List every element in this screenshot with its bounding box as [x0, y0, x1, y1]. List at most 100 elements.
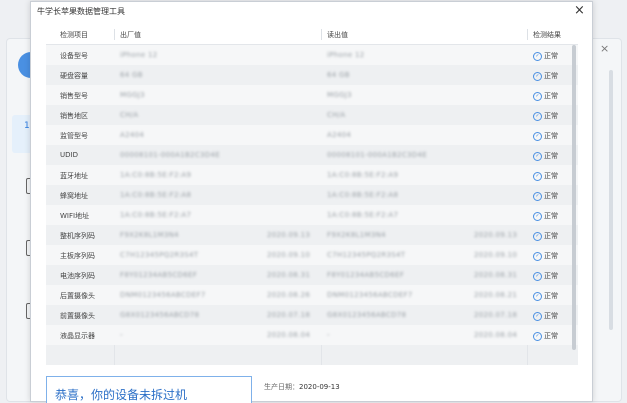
row-factory-value: - [120, 331, 123, 339]
row-factory-date: 2020.07.18 [267, 311, 311, 319]
check-circle-icon: ✓ [533, 171, 542, 181]
header-read: 读出值 [327, 31, 348, 39]
row-item-name: 整机序列码 [60, 232, 95, 240]
row-result: ✓ 正常 [533, 331, 558, 341]
row-result: ✓ 正常 [533, 91, 558, 101]
row-factory-value: MGGJ3 [120, 91, 145, 99]
table-row: UDID 00008101-000A1B2C3D4E 00008101-000A1B… [46, 145, 578, 165]
production-date-value: 2020-09-13 [299, 383, 340, 391]
row-result-text: 正常 [544, 232, 558, 240]
row-read-value: - [327, 331, 330, 339]
row-result: ✓ 正常 [533, 151, 558, 161]
row-read-value: 64 GB [327, 71, 350, 79]
row-result-text: 正常 [544, 172, 558, 180]
row-result-text: 正常 [544, 52, 558, 60]
row-read-value: 1A:C0:8B:5E:F2:A9 [327, 171, 399, 179]
row-factory-value: 1A:C0:8B:5E:F2:A8 [120, 191, 192, 199]
check-circle-icon: ✓ [533, 71, 542, 81]
dialog-title: 牛学长苹果数据管理工具 [37, 7, 125, 16]
row-read-value: 1A:C0:8B:5E:F2:A8 [327, 191, 399, 199]
row-factory-value: DNM0123456ABCDEF7 [120, 291, 206, 299]
row-factory-value: 64 GB [120, 71, 143, 79]
check-circle-icon: ✓ [533, 131, 542, 141]
check-circle-icon: ✓ [533, 191, 542, 201]
table-row: 主板序列码 C7H12345PQ2R3S4T 2020.09.10 C7H12345P… [46, 245, 578, 265]
row-item-name: 销售型号 [60, 92, 88, 100]
row-result: ✓ 正常 [533, 191, 558, 201]
results-table: 设备型号 iPhone 12 iPhone 12 ✓ 正常 硬盘容量 64 GB 64 GB ✓… [46, 45, 578, 365]
check-circle-icon: ✓ [533, 211, 542, 221]
row-result: ✓ 正常 [533, 111, 558, 121]
row-item-name: 后置摄像头 [60, 292, 95, 300]
row-item-name: 监管型号 [60, 132, 88, 140]
row-read-value: A2404 [327, 131, 352, 139]
row-item-name: 蓝牙地址 [60, 172, 88, 180]
table-row: 硬盘容量 64 GB 64 GB ✓ 正常 [46, 65, 578, 85]
check-circle-icon: ✓ [533, 51, 542, 61]
row-factory-value: F8Y01234AB5CD6EF [120, 271, 198, 279]
row-factory-date: 2020.09.10 [267, 251, 311, 259]
row-result-text: 正常 [544, 332, 558, 340]
background-scrollbar[interactable] [609, 70, 613, 330]
row-read-value: MGGJ3 [327, 91, 352, 99]
check-circle-icon: ✓ [533, 271, 542, 281]
table-row: 液晶显示器 - 2020.08.04 - 2020.08.04 ✓ 正常 [46, 325, 578, 345]
row-read-value: iPhone 12 [327, 51, 365, 59]
row-result-text: 正常 [544, 112, 558, 120]
table-row: 蓝牙地址 1A:C0:8B:5E:F2:A9 1A:C0:8B:5E:F2:A9 ✓ 正… [46, 165, 578, 185]
row-result-text: 正常 [544, 252, 558, 260]
row-factory-value: A2404 [120, 131, 145, 139]
row-result: ✓ 正常 [533, 71, 558, 81]
row-result: ✓ 正常 [533, 271, 558, 281]
row-result: ✓ 正常 [533, 171, 558, 181]
table-row: 电池序列码 F8Y01234AB5CD6EF 2020.08.31 F8Y01234A… [46, 265, 578, 285]
row-item-name: 设备型号 [60, 52, 88, 60]
banner-text: 恭喜，你的设备未拆过机 [55, 388, 188, 402]
row-factory-value: G8X0123456ABCD78 [120, 311, 200, 319]
row-result: ✓ 正常 [533, 131, 558, 141]
check-circle-icon: ✓ [533, 231, 542, 241]
close-icon[interactable]: × [574, 2, 585, 20]
row-factory-date: 2020.08.26 [267, 291, 311, 299]
row-result-text: 正常 [544, 312, 558, 320]
row-factory-value: iPhone 12 [120, 51, 158, 59]
row-result: ✓ 正常 [533, 251, 558, 261]
row-result: ✓ 正常 [533, 291, 558, 301]
row-result: ✓ 正常 [533, 231, 558, 241]
row-factory-value: 1A:C0:8B:5E:F2:A7 [120, 211, 192, 219]
table-scrollbar[interactable] [572, 45, 576, 350]
row-read-date: 2020.08.21 [474, 291, 518, 299]
table-row: 监管型号 A2404 A2404 ✓ 正常 [46, 125, 578, 145]
row-result-text: 正常 [544, 132, 558, 140]
check-circle-icon: ✓ [533, 111, 542, 121]
production-date-label: 生产日期： [264, 383, 299, 391]
check-circle-icon: ✓ [533, 331, 542, 341]
row-result: ✓ 正常 [533, 311, 558, 321]
header-divider [527, 29, 528, 40]
row-read-value: G8X0123456ABCD78 [327, 311, 407, 319]
check-circle-icon: ✓ [533, 91, 542, 101]
row-result-text: 正常 [544, 72, 558, 80]
table-row: 蜂窝地址 1A:C0:8B:5E:F2:A8 1A:C0:8B:5E:F2:A8 ✓ 正… [46, 185, 578, 205]
row-result: ✓ 正常 [533, 51, 558, 61]
table-row: 销售型号 MGGJ3 MGGJ3 ✓ 正常 [46, 85, 578, 105]
row-factory-date: 2020.08.31 [267, 271, 311, 279]
table-row: 销售地区 CH/A CH/A ✓ 正常 [46, 105, 578, 125]
row-factory-value: 00008101-000A1B2C3D4E [120, 151, 220, 159]
row-read-value: 1A:C0:8B:5E:F2:A7 [327, 211, 399, 219]
row-result-text: 正常 [544, 212, 558, 220]
row-item-name: 蜂窝地址 [60, 192, 88, 200]
background-close-icon[interactable]: × [600, 42, 609, 55]
row-item-name: UDID [60, 151, 78, 159]
row-read-value: CH/A [327, 111, 346, 119]
row-read-value: DNM0123456ABCDEF7 [327, 291, 413, 299]
row-read-date: 2020.08.31 [474, 271, 518, 279]
header-divider [321, 29, 322, 40]
header-result: 检测结果 [533, 31, 561, 39]
check-circle-icon: ✓ [533, 251, 542, 261]
row-item-name: 电池序列码 [60, 272, 95, 280]
row-factory-value: 1A:C0:8B:5E:F2:A9 [120, 171, 192, 179]
row-item-name: 硬盘容量 [60, 72, 88, 80]
row-read-value: F8Y01234AB5CD6EF [327, 271, 405, 279]
check-circle-icon: ✓ [533, 151, 542, 161]
